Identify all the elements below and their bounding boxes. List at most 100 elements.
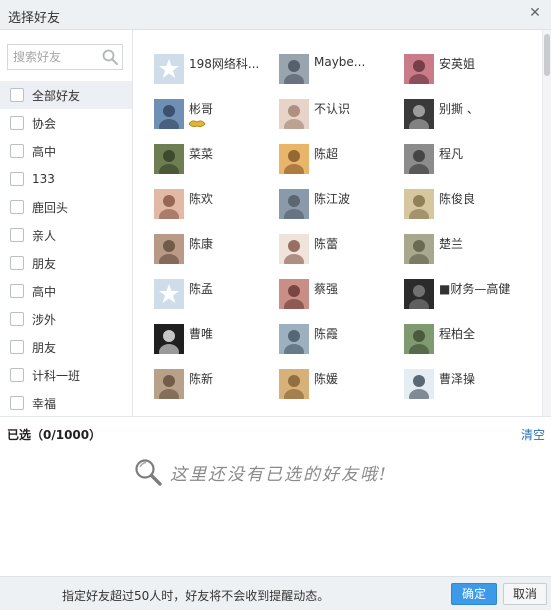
friend-item[interactable]: 陈孟 [154,275,278,309]
search-box [7,44,123,70]
friend-item[interactable]: 曹唯 [154,320,278,354]
friend-name: 程凡 [439,147,464,161]
group-label: 计科一班 [32,368,81,383]
avatar[interactable] [404,234,434,264]
group-checkbox[interactable] [10,144,24,158]
avatar[interactable] [279,279,309,309]
footer-note: 指定好友超过50人时，好友将不会收到提醒动态。 [62,589,330,603]
avatar[interactable] [404,54,434,84]
friend-item[interactable]: 彬哥 [154,95,278,129]
friend-item[interactable]: 陈俊良 [404,185,528,219]
friend-item[interactable]: 陈江波 [279,185,403,219]
group-label: 协会 [32,116,57,131]
avatar[interactable] [154,234,184,264]
group-label: 幸福 [32,396,57,411]
group-item[interactable]: 朋友 [0,333,132,361]
avatar[interactable] [404,189,434,219]
friend-item[interactable]: 198网络科... [154,50,278,84]
friend-item[interactable]: 程柏全 [404,320,528,354]
friend-name: 陈超 [314,147,339,161]
friend-item[interactable]: 安英姐 [404,50,528,84]
group-checkbox[interactable] [10,116,24,130]
group-item[interactable]: 亲人 [0,221,132,249]
friend-name: 陈康 [189,237,214,251]
avatar[interactable] [404,144,434,174]
group-item[interactable]: 朋友 [0,249,132,277]
group-checkbox[interactable] [10,340,24,354]
cancel-button[interactable]: 取消 [503,583,547,605]
group-checkbox[interactable] [10,368,24,382]
friend-item[interactable]: 陈欢 [154,185,278,219]
dialog-footer: 指定好友超过50人时，好友将不会收到提醒动态。 确定 取消 [0,576,551,610]
scrollbar-thumb[interactable] [544,34,550,76]
friend-name: 蔡强 [314,282,339,296]
friend-name: 曹唯 [189,327,214,341]
avatar[interactable] [154,279,184,309]
group-item[interactable]: 涉外 [0,305,132,333]
friend-name: 198网络科... [189,57,260,71]
friend-item[interactable]: 别撕 、 [404,95,528,129]
search-icon[interactable] [101,48,119,66]
dialog-titlebar: 选择好友 ✕ [0,0,551,30]
friend-item[interactable]: 程凡 [404,140,528,174]
friend-item[interactable]: 陈霞 [279,320,403,354]
avatar[interactable] [154,144,184,174]
group-item[interactable]: 全部好友 [0,81,132,109]
avatar[interactable] [279,189,309,219]
group-checkbox[interactable] [10,172,24,186]
group-checkbox[interactable] [10,312,24,326]
friend-item[interactable]: 曹泽操 [404,365,528,399]
avatar[interactable] [154,54,184,84]
group-item[interactable]: 协会 [0,109,132,137]
avatar[interactable] [154,99,184,129]
friend-name: 陈孟 [189,282,214,296]
group-label: 133 [32,172,55,186]
group-checkbox[interactable] [10,396,24,410]
friend-item[interactable]: 楚兰 [404,230,528,264]
friend-name: 彬哥 [189,102,214,116]
group-panel: 全部好友协会高中133鹿回头亲人朋友高中涉外朋友计科一班幸福 [0,30,133,416]
group-item[interactable]: 鹿回头 [0,193,132,221]
avatar[interactable] [154,189,184,219]
avatar[interactable] [279,54,309,84]
friend-scrollbar[interactable] [542,30,551,416]
close-icon[interactable]: ✕ [527,5,543,21]
clear-link[interactable]: 清空 [521,426,545,443]
avatar[interactable] [154,324,184,354]
avatar[interactable] [404,369,434,399]
group-checkbox[interactable] [10,256,24,270]
avatar[interactable] [279,369,309,399]
group-item[interactable]: 高中 [0,277,132,305]
avatar[interactable] [279,99,309,129]
group-checkbox[interactable] [10,284,24,298]
group-checkbox[interactable] [10,228,24,242]
friend-item[interactable]: 蔡强 [279,275,403,309]
friend-item[interactable]: 陈新 [154,365,278,399]
avatar[interactable] [279,324,309,354]
friend-item[interactable]: 不认识 [279,95,403,129]
friend-name: 陈欢 [189,192,214,206]
group-checkbox[interactable] [10,200,24,214]
group-checkbox[interactable] [10,88,24,102]
friend-item[interactable]: 陈康 [154,230,278,264]
friend-item[interactable]: 陈超 [279,140,403,174]
confirm-button[interactable]: 确定 [451,583,497,605]
friend-name: ■财务—高健 [439,282,511,296]
friend-item[interactable]: 菜菜 [154,140,278,174]
avatar[interactable] [279,234,309,264]
friend-item[interactable]: 陈媛 [279,365,403,399]
avatar[interactable] [404,324,434,354]
empty-message: 这里还没有已选的好友哦! [170,465,388,485]
avatar[interactable] [154,369,184,399]
friend-item[interactable]: 陈蕾 [279,230,403,264]
avatar[interactable] [404,279,434,309]
group-item[interactable]: 计科一班 [0,361,132,389]
search-input[interactable] [8,45,100,69]
group-item[interactable]: 高中 [0,137,132,165]
avatar[interactable] [279,144,309,174]
friend-item[interactable]: ■财务—高健 [404,275,528,309]
friend-item[interactable]: Maybe... [279,50,403,84]
group-item[interactable]: 133 [0,165,132,193]
avatar[interactable] [404,99,434,129]
group-item[interactable]: 幸福 [0,389,132,416]
